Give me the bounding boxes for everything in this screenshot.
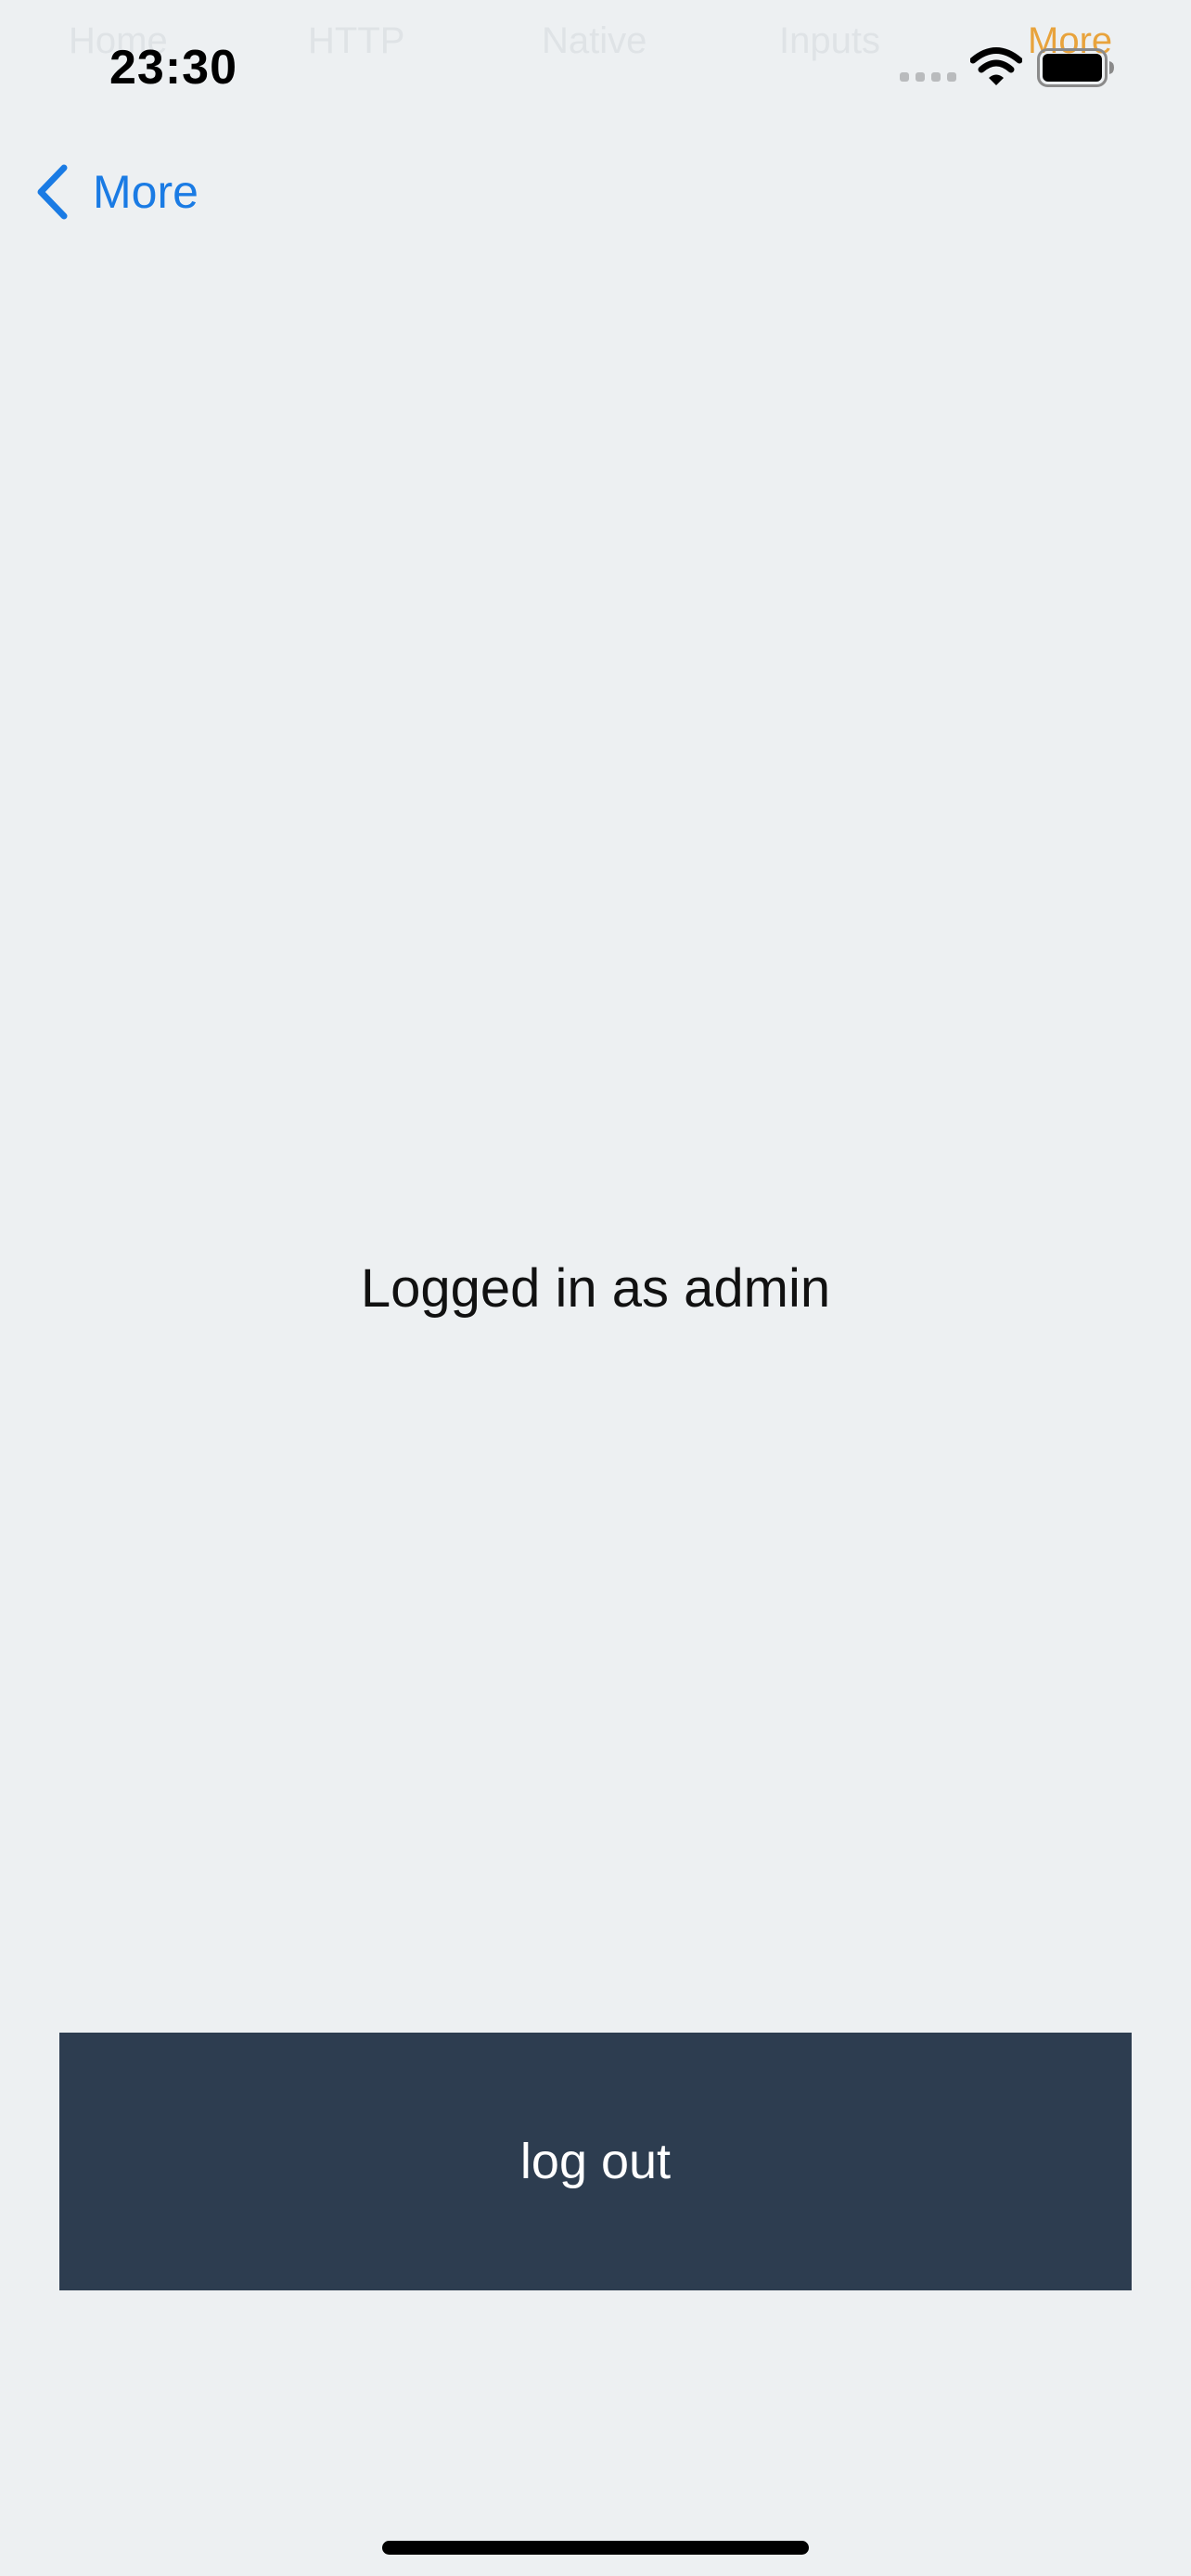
battery-icon — [1037, 48, 1114, 87]
status-time: 23:30 — [109, 41, 237, 95]
back-button[interactable]: More — [33, 159, 198, 224]
tab-inputs: Inputs — [779, 20, 880, 61]
home-indicator — [382, 2541, 809, 2555]
back-button-label: More — [93, 166, 198, 218]
login-status-text: Logged in as admin — [360, 1258, 831, 1319]
wifi-icon — [970, 47, 1022, 85]
cellular-signal-icon — [900, 72, 957, 83]
tab-native: Native — [542, 20, 647, 61]
logout-button[interactable]: log out — [59, 2033, 1132, 2290]
screen: Home HTTP Native Inputs More 23:30 More … — [0, 0, 1191, 2576]
tab-http: HTTP — [308, 20, 405, 61]
chevron-left-icon — [37, 164, 68, 220]
